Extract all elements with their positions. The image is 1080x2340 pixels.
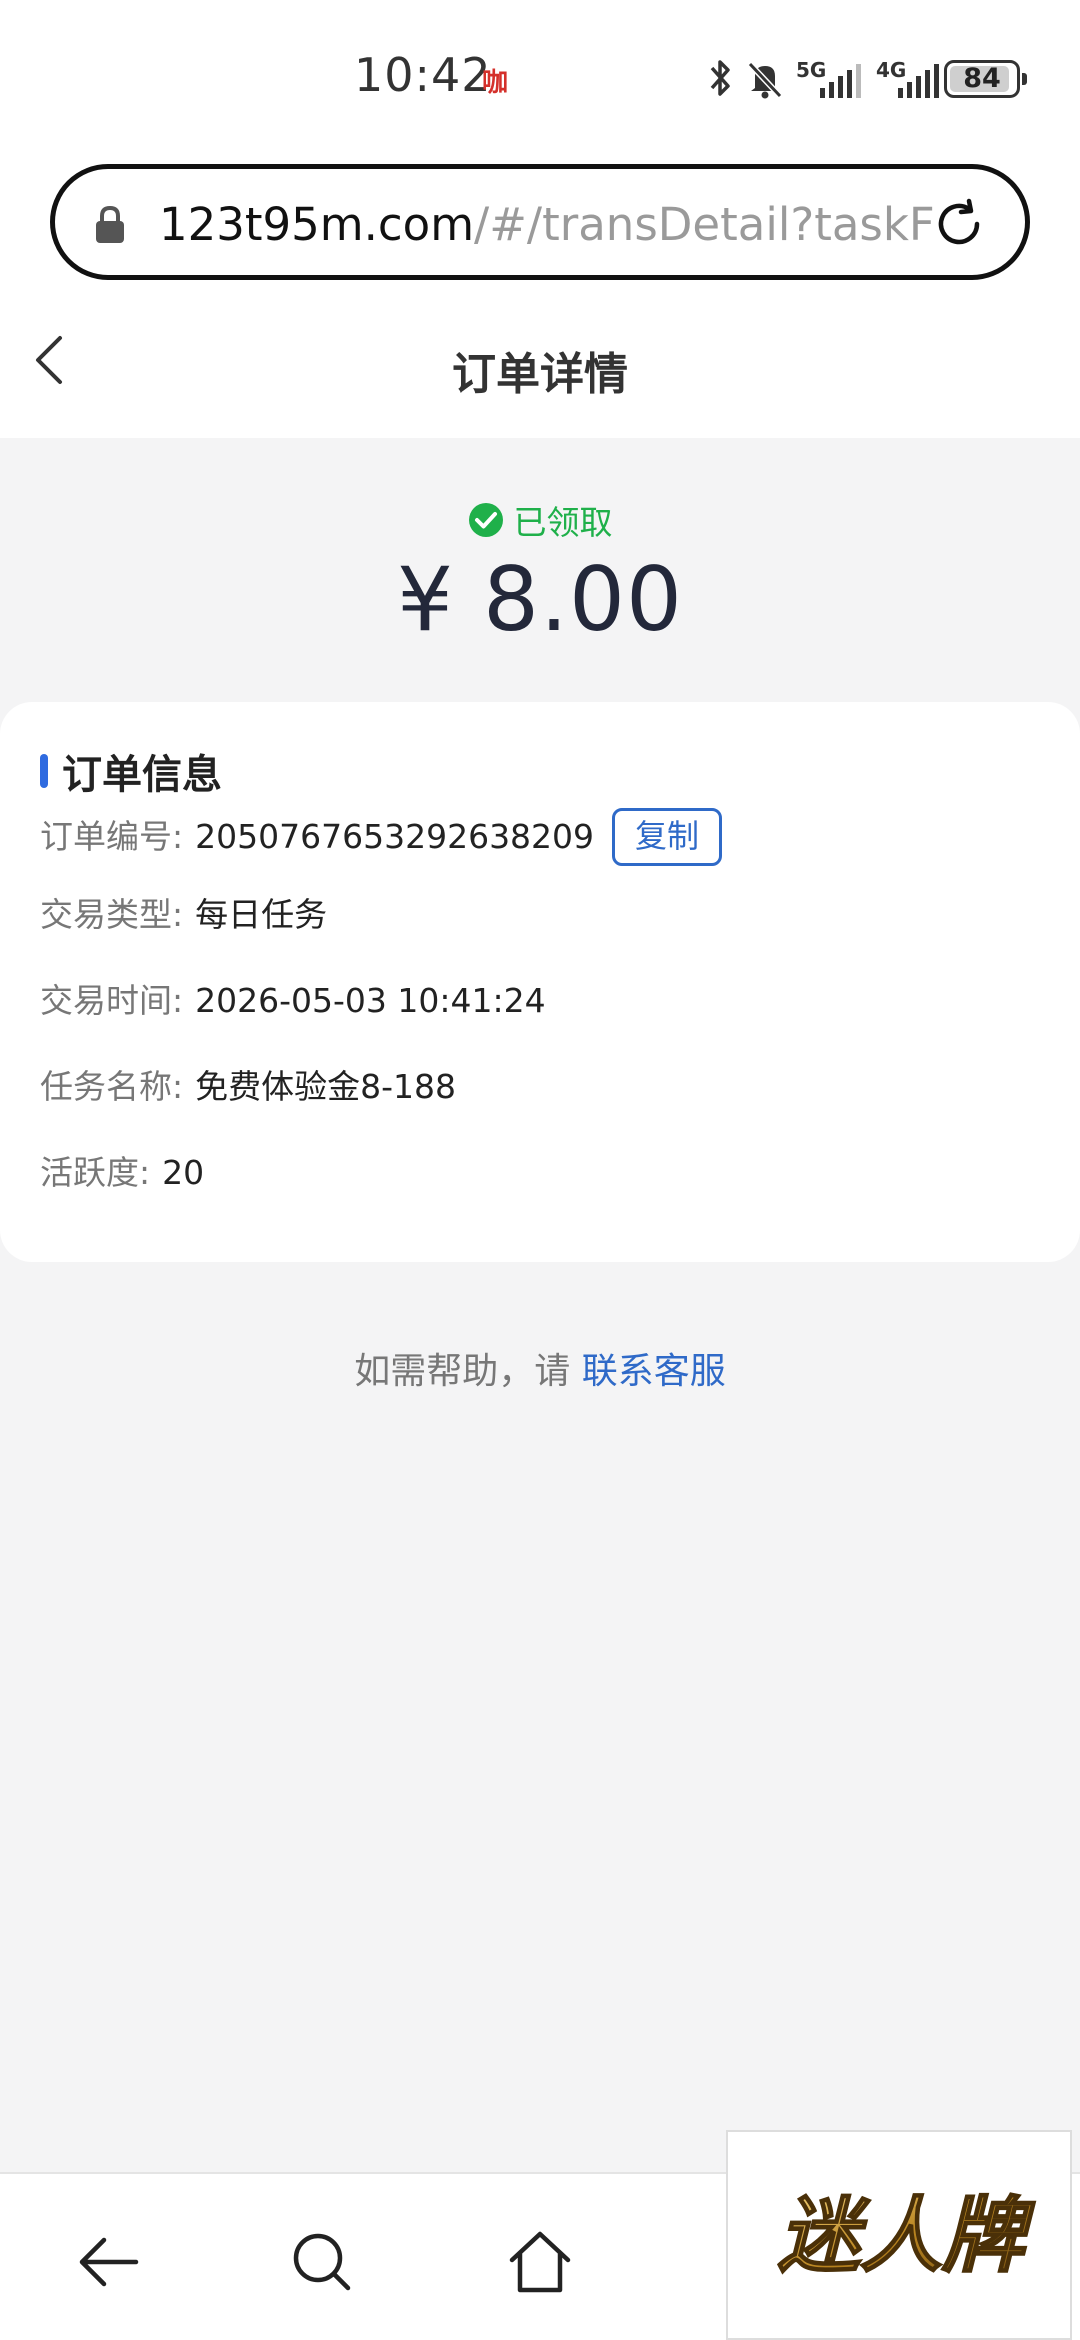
url-path: /#/transDetail?taskF	[474, 198, 935, 251]
back-arrow-icon[interactable]	[74, 2228, 142, 2296]
home-icon[interactable]	[506, 2228, 574, 2296]
trade-type-row: 交易类型: 每日任务	[40, 890, 327, 940]
task-name-row: 任务名称: 免费体验金8-188	[40, 1062, 456, 1112]
info-label: 活跃度:	[40, 1153, 151, 1192]
battery-level: 84	[963, 63, 1001, 94]
search-icon[interactable]	[288, 2228, 356, 2296]
url-domain: 123t95m.com	[159, 198, 475, 251]
card-title: 订单信息	[62, 752, 222, 798]
contact-support-link[interactable]: 联系客服	[582, 1351, 726, 1392]
url-text[interactable]: 123t95m.com/#/transDetail?taskF	[159, 195, 949, 255]
signal-icon	[898, 64, 939, 98]
status-time: 10:42	[354, 48, 492, 102]
activity-row: 活跃度: 20	[40, 1148, 204, 1198]
browser-toolbar: 123t95m.com/#/transDetail?taskF	[0, 150, 1080, 290]
help-prefix: 如需帮助，请	[354, 1351, 582, 1392]
status-bar: 10:42 咖 5G 4G 84	[0, 0, 1080, 150]
signal-icon	[820, 64, 861, 98]
title-accent-bar	[40, 754, 48, 788]
page-title: 订单详情	[452, 349, 628, 400]
info-label: 交易时间:	[40, 981, 184, 1020]
reload-icon[interactable]	[931, 196, 987, 252]
watermark-logo: 迷人牌	[726, 2130, 1072, 2340]
info-value: 2050767653292638209	[195, 817, 595, 856]
address-bar[interactable]: 123t95m.com/#/transDetail?taskF	[50, 164, 1030, 280]
status-text: 已领取	[513, 503, 613, 542]
order-number-row: 订单编号: 2050767653292638209 复制	[40, 808, 723, 866]
order-status: 已领取	[0, 498, 1080, 542]
check-circle-icon	[468, 503, 503, 537]
info-value: 2026-05-03 10:41:24	[195, 981, 546, 1020]
help-text: 如需帮助，请 联系客服	[0, 1342, 1080, 1394]
bluetooth-icon	[710, 60, 730, 96]
order-info-card: 订单信息 订单编号: 2050767653292638209 复制 交易类型: …	[0, 702, 1080, 1262]
lock-icon	[96, 205, 124, 243]
battery-icon: 84	[944, 60, 1027, 98]
info-label: 交易类型:	[40, 895, 184, 934]
info-label: 订单编号:	[40, 817, 184, 856]
info-label: 任务名称:	[40, 1067, 184, 1106]
amount: ¥ 8.00	[397, 548, 683, 651]
info-value: 每日任务	[195, 895, 328, 934]
app-notification-icon: 咖	[482, 68, 509, 98]
page-header: 订单详情	[0, 290, 1080, 438]
info-value: 免费体验金8-188	[195, 1067, 457, 1106]
trade-time-row: 交易时间: 2026-05-03 10:41:24	[40, 976, 546, 1026]
mute-bell-icon	[747, 61, 783, 99]
copy-button[interactable]: 复制	[612, 808, 723, 866]
info-value: 20	[162, 1153, 205, 1192]
svg-text:迷人牌: 迷人牌	[778, 2189, 1036, 2284]
watermark-logo-graphic: 迷人牌	[777, 2188, 1037, 2285]
